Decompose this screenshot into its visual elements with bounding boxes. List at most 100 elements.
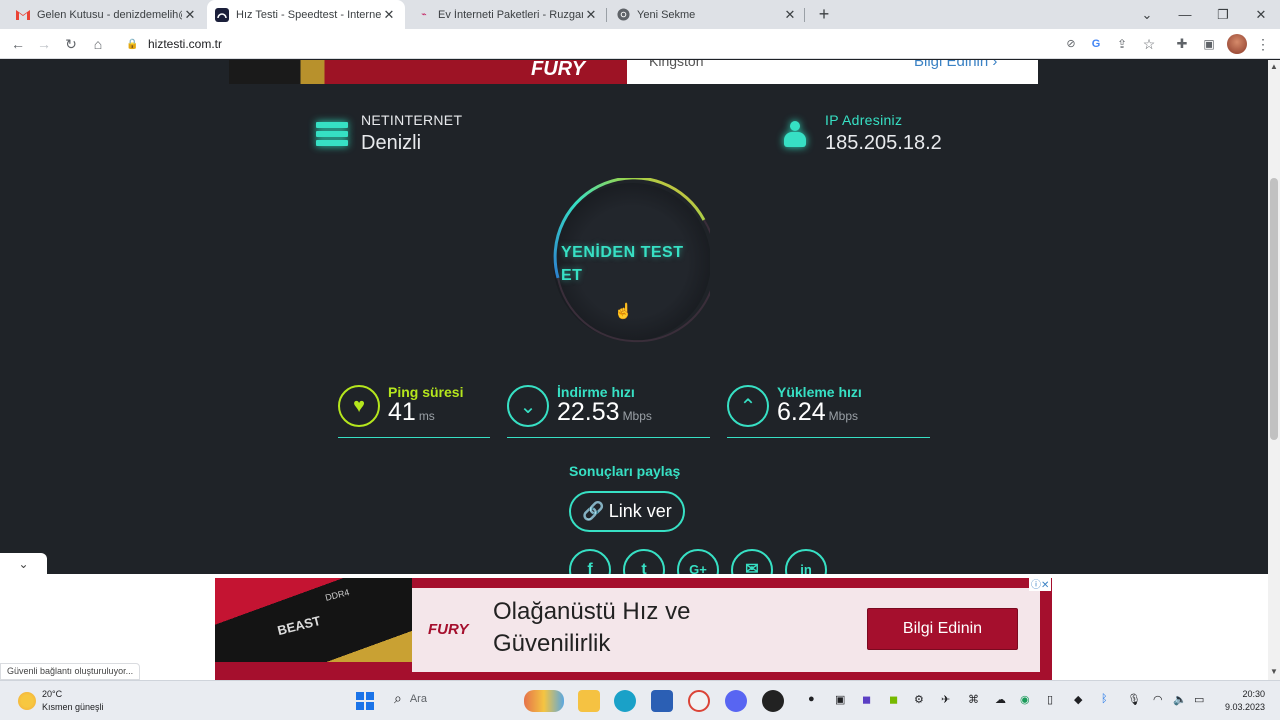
share-title: Sonuçları paylaş — [569, 463, 681, 479]
top-ad-banner[interactable]: FURY Kingston Bilgi Edinin › — [229, 60, 1038, 84]
defender-icon[interactable]: ◉ — [1020, 693, 1030, 706]
link-button[interactable]: 🔗 Link ver — [569, 491, 685, 532]
top-ad-cta[interactable]: Bilgi Edinin › — [914, 60, 997, 70]
tab-ruzgar[interactable]: ⌁ Ev İnterneti Paketleri - Ruzgar Ne ✕ — [409, 0, 607, 29]
chevron-up-icon: ⌃ — [727, 385, 769, 427]
google-icon[interactable]: G — [1085, 33, 1107, 55]
bottom-ad-banner[interactable]: DDR4 BEAST FURY Olağanüstü Hız ve Güveni… — [215, 576, 1052, 680]
forward-button[interactable]: → — [33, 33, 55, 55]
tab-title: Yeni Sekme — [637, 8, 696, 21]
hand-cursor-icon: ☝ — [614, 303, 633, 320]
close-icon[interactable]: ✕ — [182, 7, 198, 23]
windows-start-icon[interactable] — [354, 690, 376, 712]
facebook-icon[interactable]: f — [569, 549, 611, 574]
tab-speedtest[interactable]: Hız Testi - Speedtest - Internet H ✕ — [207, 0, 405, 29]
search-highlight-icon[interactable] — [524, 690, 564, 712]
ram-image: DDR4 BEAST — [215, 578, 412, 662]
tab-strip: Gelen Kutusu - denizdemelih@g ✕ Hız Test… — [0, 0, 1280, 29]
tray-app-icon[interactable]: ⌘ — [968, 693, 979, 706]
side-panel-icon[interactable]: ▣ — [1198, 33, 1220, 55]
windows-taskbar: 20°C Kısmen güneşli ⌕ Ara ● ▣ ◼ ◼ ⚙ ✈ ⌘ … — [0, 680, 1280, 720]
avatar[interactable] — [1227, 34, 1247, 54]
chevron-down-icon: ⌄ — [18, 557, 29, 571]
scrollbar-thumb[interactable] — [1270, 178, 1278, 440]
tab-search-button[interactable]: ⌄ — [1128, 0, 1166, 29]
ip-info: IP Adresiniz 185.205.18.2 — [784, 112, 942, 155]
onedrive-icon[interactable]: ☁ — [995, 693, 1006, 706]
ad-cta-button[interactable]: Bilgi Edinin — [867, 608, 1018, 650]
tab-separator — [606, 8, 607, 22]
tab-new[interactable]: Yeni Sekme ✕ — [608, 0, 806, 29]
tray-app-icon[interactable]: ◆ — [1074, 693, 1082, 706]
lock-icon: 🔒 — [126, 38, 139, 50]
close-icon[interactable]: ✕ — [381, 7, 397, 23]
address-bar[interactable]: 🔒 hiztesti.com.tr — [116, 32, 1056, 56]
tray-app-icon[interactable]: ✈ — [941, 693, 950, 706]
browser-toolbar: ← → ↻ ⌂ 🔒 hiztesti.com.tr ⊘ G ⇪ ☆ ✚ ▣ ⋮ — [0, 29, 1280, 59]
bluetooth-icon[interactable]: ᛒ — [1101, 693, 1108, 705]
extensions-icon[interactable]: ✚ — [1171, 33, 1193, 55]
wifi-icon[interactable]: ◠ — [1153, 693, 1163, 706]
home-button[interactable]: ⌂ — [87, 33, 109, 55]
retest-button[interactable]: YENİDEN TEST ET — [561, 241, 701, 287]
collapse-ad-button[interactable]: ⌄ — [0, 553, 47, 575]
store-icon[interactable] — [651, 690, 673, 712]
link-button-label: Link ver — [608, 501, 672, 521]
volume-icon[interactable]: 🔈 — [1173, 693, 1187, 706]
discord-icon[interactable] — [725, 690, 747, 712]
file-explorer-icon[interactable] — [578, 690, 600, 712]
ip-label: IP Adresiniz — [825, 112, 903, 128]
reload-button[interactable]: ↻ — [60, 33, 82, 55]
twitter-icon[interactable]: t — [623, 549, 665, 574]
tray-app-icon[interactable]: ▣ — [835, 693, 845, 706]
link-icon: 🔗 — [582, 501, 605, 521]
battery-icon[interactable]: ▭ — [1194, 693, 1204, 706]
microphone-icon[interactable]: 🎙 — [1127, 693, 1141, 706]
upload-metric: ⌃ Yükleme hızı 6.24 Mbps — [727, 382, 930, 438]
tray-app-icon[interactable]: ◼ — [862, 693, 871, 706]
tray-app-icon[interactable]: ⚙ — [914, 693, 924, 706]
taskbar-search-label: Ara — [409, 692, 427, 705]
restore-button[interactable]: ❐ — [1204, 0, 1242, 29]
top-ad-company: Kingston — [649, 60, 704, 69]
scroll-down-icon[interactable]: ▼ — [1268, 667, 1280, 676]
google-plus-icon[interactable]: G+ — [677, 549, 719, 574]
weather-widget[interactable]: 20°C Kısmen güneşli — [18, 688, 104, 714]
ad-brand-logo: FURY — [428, 621, 469, 638]
taskbar-search[interactable]: ⌕ Ara — [394, 690, 427, 707]
speedtest-icon — [215, 7, 229, 22]
bookmark-star-icon[interactable]: ☆ — [1138, 33, 1160, 55]
download-unit: Mbps — [622, 409, 652, 423]
share-icon[interactable]: ⇪ — [1111, 33, 1133, 55]
minimize-button[interactable]: — — [1166, 0, 1204, 29]
taskbar-clock[interactable]: 20:30 9.03.2023 — [1221, 688, 1265, 714]
isp-city: Denizli — [361, 132, 422, 154]
server-icon — [316, 122, 348, 148]
page-scrollbar[interactable]: ▲ ▼ — [1268, 60, 1280, 680]
tray-app-icon[interactable]: ● — [808, 693, 815, 705]
download-value: 22.53 — [557, 398, 620, 426]
app-icon[interactable] — [762, 690, 784, 712]
email-icon[interactable]: ✉ — [731, 549, 773, 574]
close-icon[interactable]: ✕ — [782, 7, 798, 23]
upload-value: 6.24 — [777, 398, 826, 426]
isp-name: NETINTERNET — [361, 112, 463, 128]
heart-pulse-icon: ♥ — [338, 385, 380, 427]
menu-icon[interactable]: ⋮ — [1252, 33, 1274, 55]
clock-date: 9.03.2023 — [1224, 702, 1265, 712]
chrome-icon — [616, 8, 630, 22]
chrome-icon[interactable] — [688, 690, 710, 712]
ad-choices-close-icon[interactable]: ⓘ✕ — [1029, 576, 1052, 591]
window-close-button[interactable]: ✕ — [1242, 0, 1280, 29]
usb-icon[interactable]: ▯ — [1047, 693, 1053, 706]
linkedin-icon[interactable]: in — [785, 549, 827, 574]
close-icon[interactable]: ✕ — [583, 7, 599, 23]
blocked-icon[interactable]: ⊘ — [1060, 33, 1082, 55]
back-button[interactable]: ← — [7, 33, 29, 55]
new-tab-button[interactable]: + — [814, 4, 834, 24]
chevron-right-icon: › — [992, 60, 998, 70]
edge-icon[interactable] — [614, 690, 636, 712]
scroll-up-icon[interactable]: ▲ — [1268, 62, 1280, 71]
tab-gmail[interactable]: Gelen Kutusu - denizdemelih@g ✕ — [8, 0, 206, 29]
nvidia-icon[interactable]: ◼ — [889, 693, 898, 706]
